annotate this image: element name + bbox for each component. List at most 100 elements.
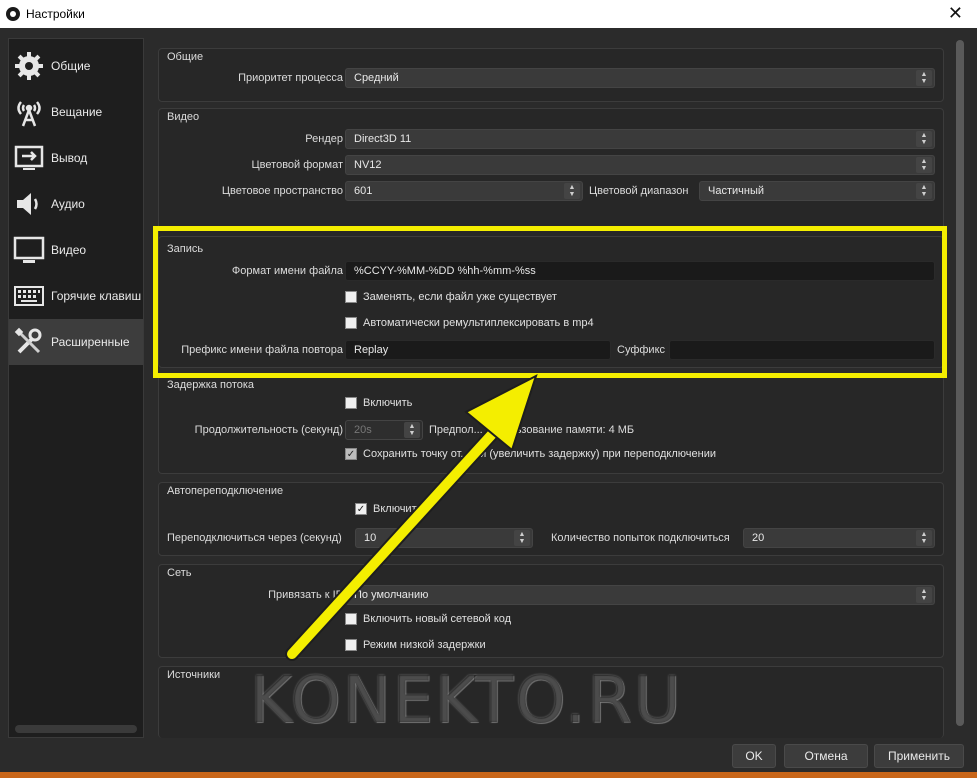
ok-button[interactable]: OK xyxy=(732,744,776,768)
group-title: Запись xyxy=(167,243,204,255)
duration-spinbox[interactable]: 20s ▲ ▼ xyxy=(345,420,423,440)
checkbox-box xyxy=(345,397,357,409)
group-recording: Запись Формат имени файла %CCYY-%MM-%DD … xyxy=(158,236,944,368)
duration-label: Продолжительность (секунд) xyxy=(194,424,343,436)
priority-select[interactable]: Средний ▲ ▼ xyxy=(345,68,935,88)
retry-delay-value: 10 xyxy=(364,532,377,544)
sidebar-item-label: Аудио xyxy=(51,197,85,211)
new-network-code-label: Включить новый сетевой код xyxy=(363,613,512,625)
sidebar-item-label: Расширенные xyxy=(51,335,130,349)
retry-delay-spinbox[interactable]: 10 ▲ ▼ xyxy=(355,528,533,548)
color-format-label: Цветовой формат xyxy=(251,159,343,171)
priority-label: Приоритет процесса xyxy=(238,72,343,84)
monitor-icon xyxy=(11,232,47,268)
sidebar-scrollbar[interactable] xyxy=(15,725,137,733)
renderer-label: Рендер xyxy=(305,133,343,145)
filename-format-label: Формат имени файла xyxy=(231,265,343,277)
sidebar-item-output[interactable]: Вывод xyxy=(9,135,143,181)
checkbox-box xyxy=(345,317,357,329)
filename-format-input[interactable]: %CCYY-%MM-%DD %hh-%mm-%ss xyxy=(345,261,935,281)
color-range-select[interactable]: Частичный ▲ ▼ xyxy=(699,181,935,201)
new-network-code-checkbox[interactable]: Включить новый сетевой код xyxy=(345,613,511,625)
max-retries-label: Количество попыток подключиться xyxy=(551,532,730,544)
remux-label: Автоматически ремультиплексировать в mp4 xyxy=(363,317,594,329)
checkbox-box xyxy=(345,448,357,460)
cancel-button[interactable]: Отмена xyxy=(784,744,868,768)
taskbar-strip xyxy=(0,772,977,778)
bind-ip-label: Привязать к IP xyxy=(268,589,343,601)
group-sources: Источники xyxy=(158,666,944,738)
gear-icon xyxy=(11,48,47,84)
chevron-updown-icon: ▲ ▼ xyxy=(564,183,580,199)
sidebar-item-label: Вещание xyxy=(51,105,103,119)
overwrite-checkbox[interactable]: Заменять, если файл уже существует xyxy=(345,291,557,303)
sidebar-item-hotkeys[interactable]: Горячие клавиш xyxy=(9,273,143,319)
tools-icon xyxy=(11,324,47,360)
checkbox-box xyxy=(345,613,357,625)
suffix-input[interactable] xyxy=(669,340,935,360)
checkbox-box xyxy=(355,503,367,515)
sidebar-item-advanced[interactable]: Расширенные xyxy=(9,319,143,365)
chevron-updown-icon: ▲ ▼ xyxy=(916,157,932,173)
group-general: Общие Приоритет процесса Средний ▲ ▼ xyxy=(158,48,944,102)
group-stream-delay: Задержка потока Включить Продолжительнос… xyxy=(158,376,944,474)
stream-delay-enable-label: Включить xyxy=(363,397,413,409)
group-title: Видео xyxy=(167,111,200,123)
checkbox-box xyxy=(345,639,357,651)
preserve-cutoff-label: Сохранить точку от...чки (увеличить заде… xyxy=(363,448,716,460)
chevron-updown-icon: ▲ ▼ xyxy=(916,587,932,603)
sidebar-item-general[interactable]: Общие xyxy=(9,43,143,89)
memory-usage-text: Предпол... использование памяти: 4 МБ xyxy=(429,424,635,436)
group-title: Сеть xyxy=(167,567,192,579)
low-latency-checkbox[interactable]: Режим низкой задержки xyxy=(345,639,486,651)
sidebar-item-stream[interactable]: Вещание xyxy=(9,89,143,135)
sidebar-item-label: Общие xyxy=(51,59,91,73)
retry-delay-label: Переподключиться через (секунд) xyxy=(167,532,342,544)
priority-value: Средний xyxy=(354,72,399,84)
color-space-label: Цветовое пространство xyxy=(221,185,343,197)
chevron-updown-icon: ▲ ▼ xyxy=(916,70,932,86)
overwrite-label: Заменять, если файл уже существует xyxy=(363,291,557,303)
renderer-select[interactable]: Direct3D 11 ▲ ▼ xyxy=(345,129,935,149)
spin-arrows-icon: ▲ ▼ xyxy=(514,530,530,546)
close-icon[interactable]: ✕ xyxy=(948,3,963,24)
remux-checkbox[interactable]: Автоматически ремультиплексировать в mp4 xyxy=(345,317,594,329)
color-format-select[interactable]: NV12 ▲ ▼ xyxy=(345,155,935,175)
chevron-updown-icon: ▲ ▼ xyxy=(916,183,932,199)
checkbox-box xyxy=(345,291,357,303)
renderer-value: Direct3D 11 xyxy=(354,133,412,145)
sidebar-item-label: Видео xyxy=(51,243,87,257)
reconnect-enable-checkbox[interactable]: Включить xyxy=(355,503,422,515)
keyboard-icon xyxy=(11,278,47,314)
filename-format-value: %CCYY-%MM-%DD %hh-%mm-%ss xyxy=(354,265,536,277)
bind-ip-select[interactable]: По умолчанию ▲ ▼ xyxy=(345,585,935,605)
duration-value: 20s xyxy=(354,424,372,436)
group-network: Сеть Привязать к IP По умолчанию ▲ ▼ Вклю… xyxy=(158,564,944,658)
window-title: Настройки xyxy=(26,7,85,21)
output-icon xyxy=(11,140,47,176)
group-title: Источники xyxy=(167,669,221,681)
spin-arrows-icon: ▲ ▼ xyxy=(404,422,420,438)
scrollbar-thumb[interactable] xyxy=(956,40,964,726)
window-titlebar: Настройки ✕ xyxy=(0,0,977,28)
color-range-value: Частичный xyxy=(708,185,764,197)
chevron-updown-icon: ▲ ▼ xyxy=(916,131,932,147)
preserve-cutoff-checkbox[interactable]: Сохранить точку от...чки (увеличить заде… xyxy=(345,448,716,460)
reconnect-enable-label: Включить xyxy=(373,503,423,515)
bind-ip-value: По умолчанию xyxy=(354,589,429,601)
stream-delay-enable-checkbox[interactable]: Включить xyxy=(345,397,412,409)
sidebar-item-video[interactable]: Видео xyxy=(9,227,143,273)
max-retries-spinbox[interactable]: 20 ▲ ▼ xyxy=(743,528,935,548)
sidebar-item-label: Вывод xyxy=(51,151,88,165)
suffix-label: Суффикс xyxy=(617,344,666,356)
group-title: Задержка потока xyxy=(167,379,255,391)
color-space-select[interactable]: 601 ▲ ▼ xyxy=(345,181,583,201)
sidebar-item-audio[interactable]: Аудио xyxy=(9,181,143,227)
group-reconnect: Автопереподключение Включить Переподключ… xyxy=(158,482,944,556)
color-range-label: Цветовой диапазон xyxy=(589,185,689,197)
replay-prefix-input[interactable]: Replay xyxy=(345,340,611,360)
speaker-icon xyxy=(11,186,47,222)
spin-arrows-icon: ▲ ▼ xyxy=(916,530,932,546)
apply-button[interactable]: Применить xyxy=(874,744,964,768)
content-scrollbar[interactable] xyxy=(954,38,966,738)
